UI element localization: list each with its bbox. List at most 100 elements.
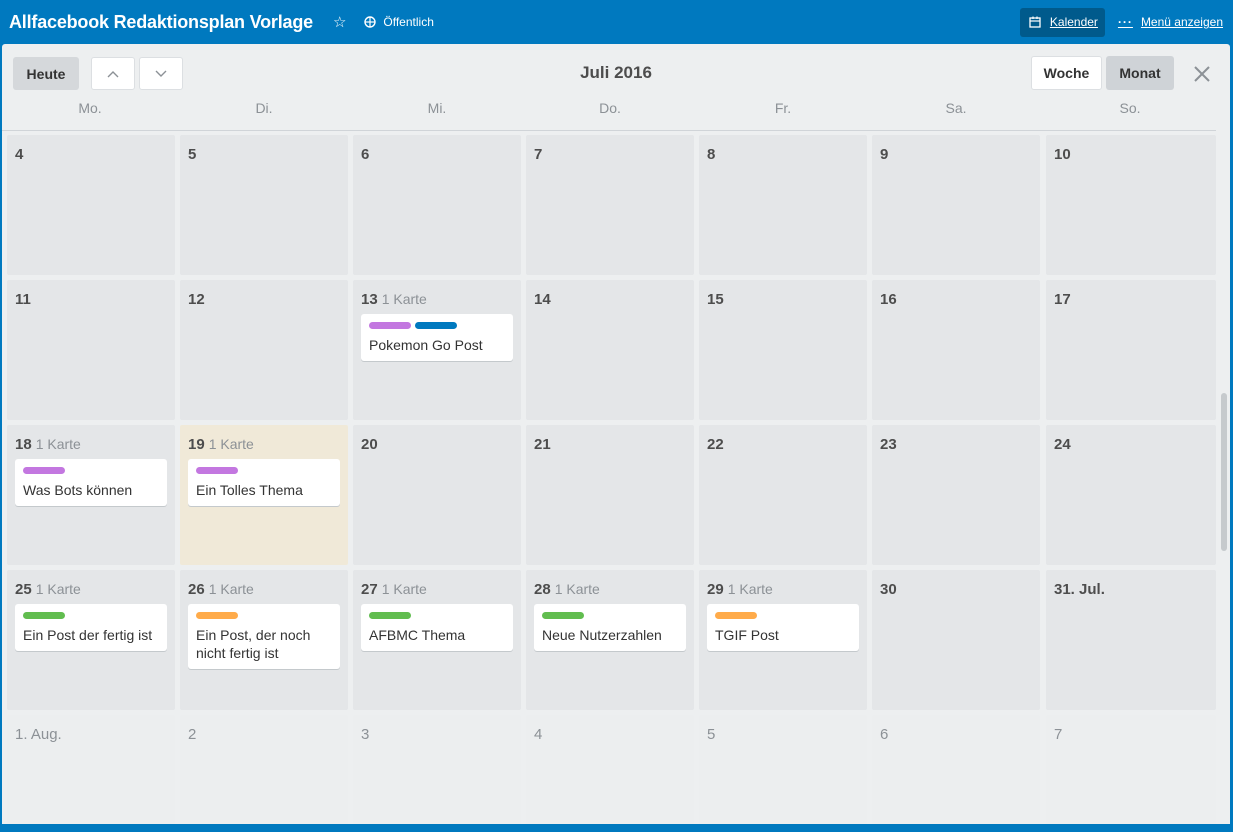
day-cell-header: 26 1 Karte xyxy=(188,581,254,598)
scrollbar-thumb[interactable] xyxy=(1221,393,1227,551)
day-cell[interactable]: 1. Aug. xyxy=(7,715,175,824)
day-number: 25 xyxy=(15,581,32,598)
day-cell[interactable]: 21 xyxy=(526,425,694,565)
close-icon[interactable] xyxy=(1191,63,1213,85)
calendar-button[interactable]: Kalender xyxy=(1019,7,1105,37)
day-number: 3 xyxy=(361,726,370,743)
day-number: 6 xyxy=(880,726,889,743)
day-number: 20 xyxy=(361,436,378,453)
day-number: 2 xyxy=(188,726,197,743)
day-cell[interactable]: 17 xyxy=(1046,280,1216,420)
day-number: 27 xyxy=(361,581,378,598)
day-number: 31. Jul. xyxy=(1054,581,1105,598)
day-cell-header: 18 1 Karte xyxy=(15,436,81,453)
day-cell[interactable]: 7 xyxy=(526,135,694,275)
day-number: 15 xyxy=(707,291,724,308)
day-number: 28 xyxy=(534,581,551,598)
calendar-icon xyxy=(1029,16,1041,28)
day-cell-today[interactable]: 19 1 Karte Ein Tolles Thema xyxy=(180,425,348,565)
day-number: 5 xyxy=(188,146,197,163)
day-cell[interactable]: 8 xyxy=(699,135,867,275)
day-cell[interactable]: 28 1 Karte Neue Nutzerzahlen xyxy=(526,570,694,710)
day-cell-header: 24 xyxy=(1054,436,1071,453)
card-count: 1 Karte xyxy=(727,581,773,597)
day-cell[interactable]: 29 1 Karte TGIF Post xyxy=(699,570,867,710)
day-cell-header: 6 xyxy=(361,146,369,163)
day-cell[interactable]: 24 xyxy=(1046,425,1216,565)
day-number: 10 xyxy=(1054,146,1071,163)
day-cell-header: 7 xyxy=(534,146,542,163)
card-count: 1 Karte xyxy=(35,581,81,597)
calendar-label: Kalender xyxy=(1049,15,1098,29)
day-cell[interactable]: 5 xyxy=(180,135,348,275)
weekday-header: Mo. Di. Mi. Do. Fr. Sa. So. xyxy=(2,100,1216,122)
card-label-purple xyxy=(369,322,411,329)
day-cell[interactable]: 20 xyxy=(353,425,521,565)
day-cell-header: 27 1 Karte xyxy=(361,581,427,598)
calendar-card[interactable]: TGIF Post xyxy=(707,604,859,651)
day-number: 17 xyxy=(1054,291,1071,308)
board-title[interactable]: Allfacebook Redaktionsplan Vorlage xyxy=(9,12,313,33)
card-labels xyxy=(23,467,159,475)
visibility-button[interactable]: Öffentlich xyxy=(364,15,434,29)
day-cell[interactable]: 11 xyxy=(7,280,175,420)
day-cell[interactable]: 12 xyxy=(180,280,348,420)
day-cell[interactable]: 14 xyxy=(526,280,694,420)
day-cell-header: 22 xyxy=(707,436,724,453)
month-view-button[interactable]: Monat xyxy=(1106,56,1174,90)
week-view-button[interactable]: Woche xyxy=(1031,56,1102,90)
calendar-card[interactable]: Ein Tolles Thema xyxy=(188,459,340,506)
day-cell[interactable]: 4 xyxy=(7,135,175,275)
day-cell[interactable]: 6 xyxy=(353,135,521,275)
day-cell-header: 5 xyxy=(707,726,715,743)
card-count: 1 Karte xyxy=(208,436,254,452)
day-cell-header: 19 1 Karte xyxy=(188,436,254,453)
calendar-card[interactable]: Neue Nutzerzahlen xyxy=(534,604,686,651)
day-number: 16 xyxy=(880,291,897,308)
day-cell[interactable]: 7 xyxy=(1046,715,1216,824)
card-labels xyxy=(369,322,505,330)
day-cell-header: 16 xyxy=(880,291,897,308)
day-number: 7 xyxy=(534,146,543,163)
show-menu-button[interactable]: ··· Menü anzeigen xyxy=(1118,15,1223,29)
day-cell[interactable]: 5 xyxy=(699,715,867,824)
day-number: 19 xyxy=(188,436,205,453)
calendar-card[interactable]: Was Bots können xyxy=(15,459,167,506)
day-cell-header: 7 xyxy=(1054,726,1062,743)
day-number: 18 xyxy=(15,436,32,453)
day-cell-header: 30 xyxy=(880,581,897,598)
day-cell[interactable]: 25 1 Karte Ein Post der fertig ist xyxy=(7,570,175,710)
day-cell[interactable]: 2 xyxy=(180,715,348,824)
day-cell-header: 21 xyxy=(534,436,551,453)
day-cell[interactable]: 3 xyxy=(353,715,521,824)
day-cell[interactable]: 22 xyxy=(699,425,867,565)
star-icon[interactable]: ☆ xyxy=(333,13,346,31)
day-cell[interactable]: 16 xyxy=(872,280,1040,420)
visibility-label: Öffentlich xyxy=(383,15,434,29)
day-cell[interactable]: 15 xyxy=(699,280,867,420)
calendar-card[interactable]: Pokemon Go Post xyxy=(361,314,513,361)
day-cell-header: 28 1 Karte xyxy=(534,581,600,598)
day-cell[interactable]: 18 1 Karte Was Bots können xyxy=(7,425,175,565)
calendar-card[interactable]: AFBMC Thema xyxy=(361,604,513,651)
card-count: 1 Karte xyxy=(35,436,81,452)
card-count: 1 Karte xyxy=(381,291,427,307)
day-number: 30 xyxy=(880,581,897,598)
card-labels xyxy=(23,612,159,620)
day-cell[interactable]: 31. Jul. xyxy=(1046,570,1216,710)
day-cell-header: 8 xyxy=(707,146,715,163)
day-cell[interactable]: 27 1 Karte AFBMC Thema xyxy=(353,570,521,710)
card-labels xyxy=(196,467,332,475)
day-cell-header: 10 xyxy=(1054,146,1071,163)
calendar-card[interactable]: Ein Post, der noch nicht fertig ist xyxy=(188,604,340,669)
day-cell[interactable]: 4 xyxy=(526,715,694,824)
day-cell[interactable]: 26 1 Karte Ein Post, der noch nicht fertig… xyxy=(180,570,348,710)
day-cell[interactable]: 10 xyxy=(1046,135,1216,275)
day-cell[interactable]: 13 1 Karte Pokemon Go Post xyxy=(353,280,521,420)
day-cell[interactable]: 9 xyxy=(872,135,1040,275)
day-cell[interactable]: 30 xyxy=(872,570,1040,710)
day-cell[interactable]: 6 xyxy=(872,715,1040,824)
weekday-label: So. xyxy=(1119,100,1141,116)
day-cell[interactable]: 23 xyxy=(872,425,1040,565)
calendar-card[interactable]: Ein Post der fertig ist xyxy=(15,604,167,651)
